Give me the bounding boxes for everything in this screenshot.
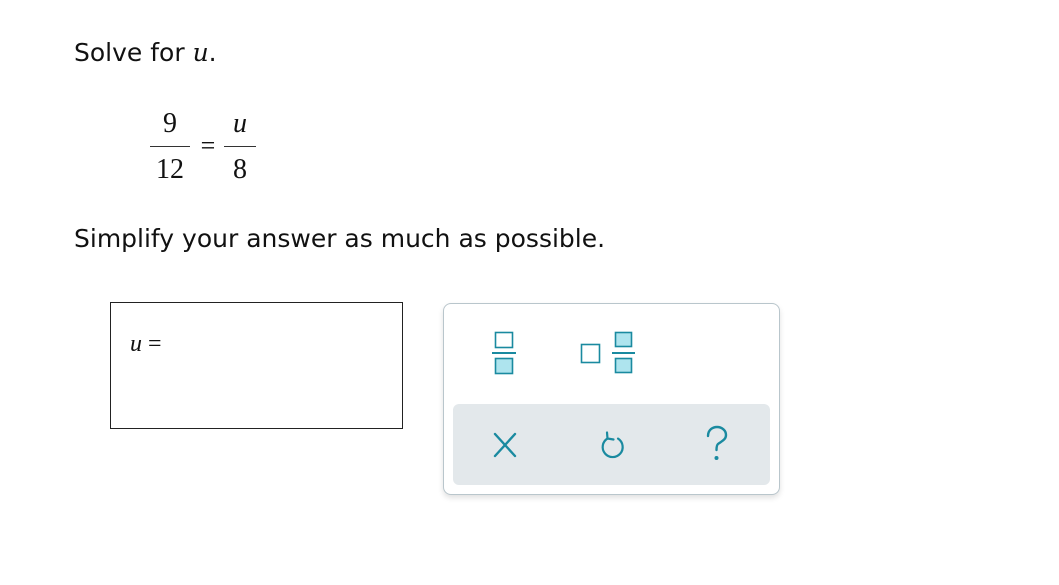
answer-label: u = bbox=[130, 329, 162, 359]
answer-variable: u bbox=[130, 331, 142, 357]
mixed-number-button[interactable] bbox=[576, 326, 646, 382]
answer-input[interactable]: u = bbox=[110, 302, 403, 429]
left-denominator: 12 bbox=[156, 154, 184, 185]
equation: 9 12 = u 8 bbox=[148, 108, 258, 188]
mixed-number-template-icon bbox=[580, 331, 635, 374]
instruction-text: Simplify your answer as much as possible… bbox=[74, 224, 606, 253]
keypad-action-bar bbox=[453, 404, 770, 485]
answer-equals: = bbox=[148, 331, 162, 357]
left-numerator: 9 bbox=[163, 108, 177, 139]
fraction-bar bbox=[150, 146, 190, 147]
right-fraction: u 8 bbox=[222, 108, 258, 188]
prompt-period: . bbox=[208, 38, 217, 67]
fraction-bar bbox=[224, 146, 256, 147]
prompt-variable: u bbox=[192, 38, 209, 67]
equals-sign: = bbox=[200, 131, 216, 160]
question-icon bbox=[706, 425, 728, 460]
fraction-template-icon bbox=[492, 331, 516, 375]
help-button[interactable] bbox=[692, 422, 742, 468]
right-denominator: 8 bbox=[233, 154, 247, 185]
fraction-button[interactable] bbox=[484, 326, 524, 382]
undo-icon bbox=[601, 431, 624, 459]
right-numerator: u bbox=[233, 108, 247, 139]
left-fraction: 9 12 bbox=[148, 108, 192, 188]
close-icon bbox=[493, 432, 517, 458]
clear-button[interactable] bbox=[480, 422, 530, 468]
prompt-text: Solve for bbox=[74, 38, 193, 67]
problem-prompt: Solve for u. bbox=[74, 36, 217, 70]
math-keypad bbox=[443, 303, 780, 495]
undo-button[interactable] bbox=[587, 422, 637, 468]
